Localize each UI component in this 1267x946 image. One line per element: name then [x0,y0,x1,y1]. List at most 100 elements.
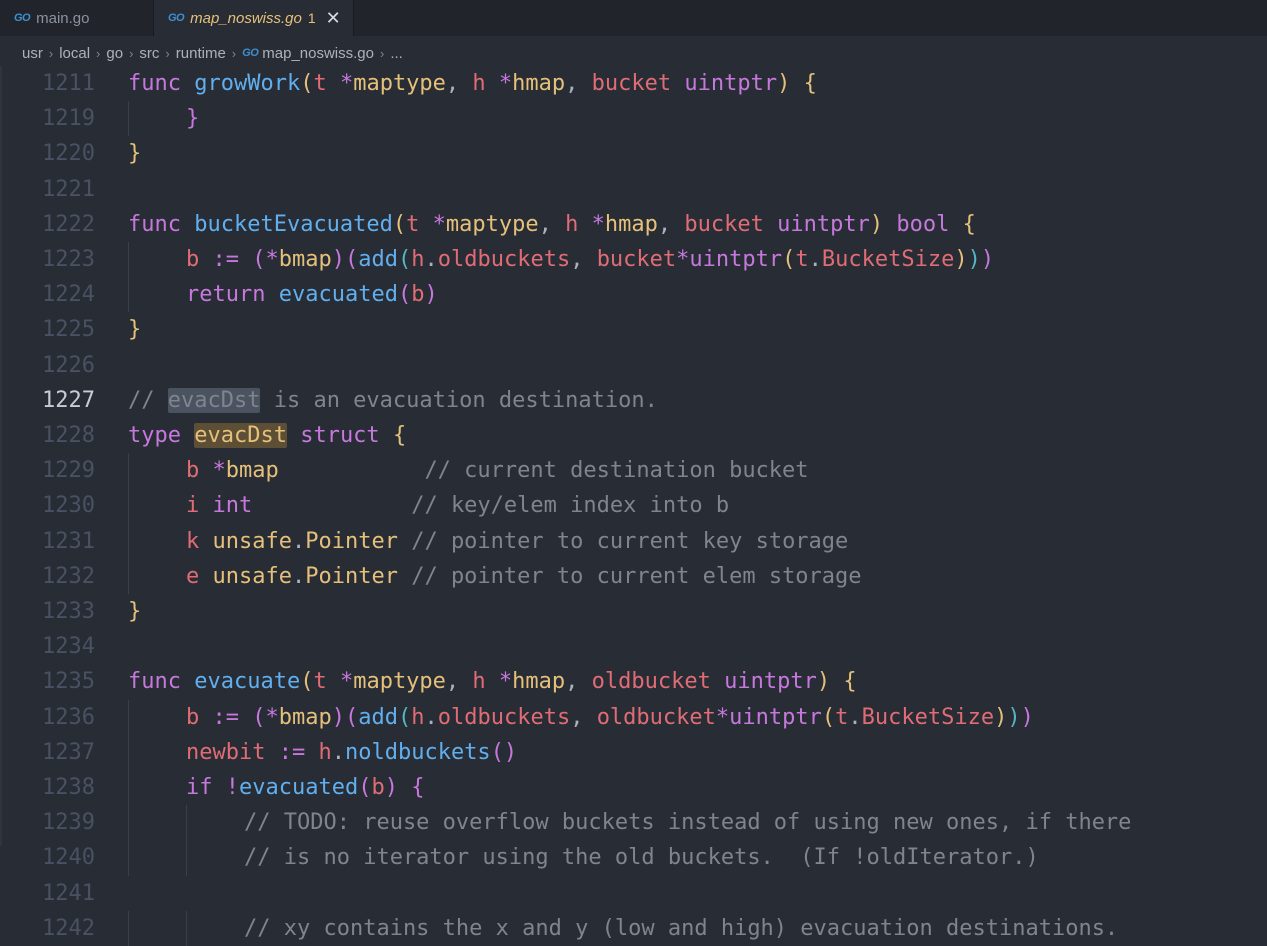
breadcrumb-item[interactable]: ... [390,45,403,62]
code-line[interactable]: 1241 [0,876,1267,911]
code-token: bucket [684,211,764,237]
code-token: // key/elem index into b [411,493,730,519]
code-token: ( [782,247,796,272]
code-line[interactable]: 1229 b *bmap // current destination bucke… [0,453,1267,489]
line-number: 1225 [42,317,95,343]
code-token: := [212,247,240,272]
code-token: is an evacuation destination. [260,387,658,413]
code-token: * [676,247,690,272]
breadcrumb-item[interactable]: local [59,45,90,62]
code-line[interactable]: 1231 k unsafe.Pointer // pointer to curre… [0,523,1267,559]
code-token: noldbuckets [344,739,491,765]
code-token: t [795,247,809,272]
code-editor[interactable]: 1211 func growWork(t *maptype, h *hmap, b… [0,66,1267,946]
code-token: // TODO: reuse overflow buckets instead … [244,810,1132,836]
code-token: bucket [591,71,672,96]
code-token: newbit [186,739,266,765]
code-token: t [313,669,327,695]
tab-main-go[interactable]: GO main.go [0,0,154,36]
indent-guide [128,770,129,806]
indent-guide [128,242,129,278]
code-line[interactable]: 1233} [0,594,1267,629]
code-token: ) [994,704,1008,730]
breadcrumb-item[interactable]: usr [22,45,43,62]
code-token: ) [777,71,791,96]
indent-guide [186,840,187,876]
code-token: t [835,704,849,730]
breadcrumb-item[interactable]: runtime [176,45,226,62]
code-token: int [212,493,253,519]
code-line[interactable]: 1230 i int // key/elem index into b [0,488,1267,524]
line-number: 1228 [42,423,95,448]
code-text: // evacDst is an evacuation destination. [128,383,658,418]
close-icon[interactable]: ✕ [326,9,341,27]
code-text: b *bmap // current destination bucket [186,453,809,488]
code-token: , [445,71,473,96]
breadcrumb-item[interactable]: map_noswiss.go [262,45,374,62]
line-number: 1233 [42,599,95,624]
code-line[interactable]: 1226 [0,348,1267,383]
code-line[interactable]: 1224 return evacuated(b) [0,277,1267,313]
code-token: ( [821,704,836,730]
line-number: 1242 [42,915,95,941]
breadcrumb-item[interactable]: src [139,45,159,62]
line-number: 1226 [42,352,95,378]
tab-map-noswiss-go[interactable]: GO map_noswiss.go 1 ✕ [154,0,354,36]
code-token: // pointer to current key storage [411,528,849,554]
code-line[interactable]: 1236 b := (*bmap)(add(h.oldbuckets, oldbu… [0,699,1267,735]
code-text: e unsafe.Pointer // pointer to current e… [186,559,862,594]
code-line[interactable]: 1225} [0,312,1267,347]
code-line[interactable]: 1222 func bucketEvacuated(t *maptype, h *… [0,207,1267,242]
code-token: } [186,106,200,132]
code-text: } [186,101,199,136]
code-token: { [843,669,857,695]
code-line[interactable]: 1240 // is no iterator using the old buck… [0,840,1267,876]
code-token: evacDst [167,387,261,413]
code-token: // [128,387,168,413]
code-token: ( [344,704,359,730]
code-line[interactable]: 1235 func evacuate(t *maptype, h *hmap, o… [0,664,1267,699]
code-token: hmap [604,211,658,237]
line-number: 1219 [42,106,95,132]
code-line[interactable]: 1211 func growWork(t *maptype, h *hmap, b… [0,66,1267,101]
code-line[interactable]: 1242 // xy contains the x and y (low and … [0,910,1267,946]
code-line[interactable]: 1228 type evacDst struct { [0,418,1267,453]
code-line[interactable]: 1237 newbit := h.noldbuckets() [0,734,1267,770]
code-line[interactable]: 1227 // evacDst is an evacuation destinat… [0,383,1267,418]
code-token: := [278,739,306,765]
code-token: () [490,739,518,765]
code-line[interactable]: 1219} [0,101,1267,137]
line-number: 1241 [42,880,95,906]
code-token: uintptr [729,704,822,730]
indent-guide [128,805,129,841]
code-token: func [128,71,181,96]
code-token: struct [300,423,380,448]
code-text: return evacuated(b) [186,277,438,312]
code-text: newbit := h.noldbuckets() [186,735,517,770]
code-line[interactable]: 1221 [0,172,1267,207]
code-token: func [128,669,181,695]
code-line[interactable]: 1239 // TODO: reuse overflow buckets inst… [0,805,1267,841]
breadcrumb-item[interactable]: go [106,45,123,62]
code-line[interactable]: 1238 if !evacuated(b) { [0,770,1267,806]
code-line[interactable]: 1223 b := (*bmap)(add(h.oldbuckets, bucke… [0,242,1267,278]
code-line[interactable]: 1234 [0,629,1267,664]
code-token: h [472,71,486,96]
tab-label: map_noswiss.go [190,9,302,27]
code-token: BucketSize [821,247,955,272]
code-token: h [411,247,425,272]
line-number: 1222 [42,211,95,237]
code-line[interactable]: 1232 e unsafe.Pointer // pointer to curre… [0,558,1267,594]
code-token: . [291,528,306,554]
code-line[interactable]: 1220} [0,136,1267,171]
line-number: 1240 [42,845,95,871]
